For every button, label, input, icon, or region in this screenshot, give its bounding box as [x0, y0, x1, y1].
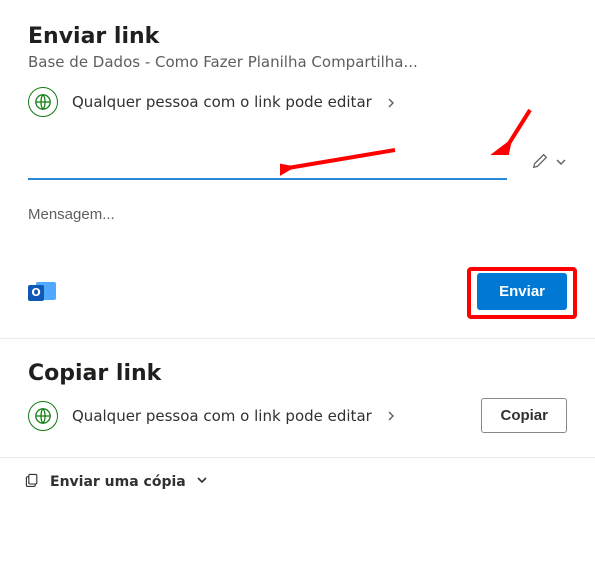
send-button[interactable]: Enviar — [477, 273, 567, 310]
permission-text: Qualquer pessoa com o link pode editar — [72, 93, 372, 111]
link-permissions-row[interactable]: Qualquer pessoa com o link pode editar — [28, 87, 567, 117]
copy-page-icon — [24, 472, 40, 492]
recipients-input[interactable] — [28, 145, 507, 180]
send-link-title: Enviar link — [28, 24, 567, 49]
copy-link-permissions-row[interactable]: Qualquer pessoa com o link pode editar — [28, 401, 396, 431]
permission-text: Qualquer pessoa com o link pode editar — [72, 407, 372, 425]
message-input[interactable] — [28, 206, 567, 223]
chevron-right-icon — [386, 93, 396, 112]
document-name: Base de Dados - Como Fazer Planilha Comp… — [28, 53, 567, 71]
copy-link-title: Copiar link — [28, 361, 567, 386]
globe-icon — [28, 401, 58, 431]
send-copy-dropdown[interactable]: Enviar uma cópia — [0, 458, 595, 506]
chevron-right-icon — [386, 406, 396, 425]
outlook-icon[interactable]: O — [28, 279, 56, 305]
send-copy-label: Enviar uma cópia — [50, 474, 186, 490]
chevron-down-icon — [196, 474, 208, 490]
copy-button[interactable]: Copiar — [481, 398, 567, 433]
chevron-down-icon — [555, 153, 567, 172]
pencil-icon — [531, 152, 549, 174]
edit-permission-dropdown[interactable] — [531, 152, 567, 174]
globe-icon — [28, 87, 58, 117]
